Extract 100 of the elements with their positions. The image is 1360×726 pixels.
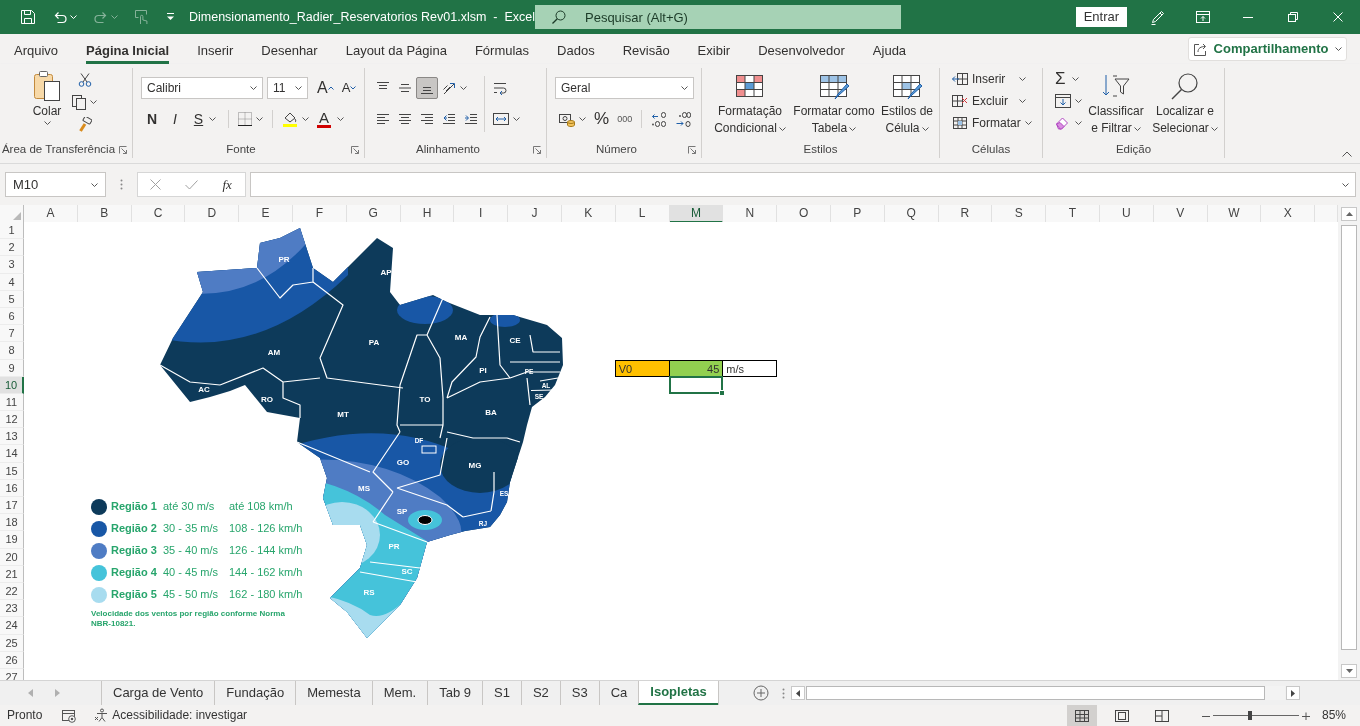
row-header[interactable]: 24 [0, 617, 24, 635]
scrollbar-thumb[interactable] [1341, 225, 1357, 650]
column-header[interactable]: G [346, 205, 401, 223]
row-header[interactable]: 18 [0, 514, 24, 532]
accessibility-button[interactable]: Acessibilidade: investigar [94, 708, 248, 723]
close-icon [1332, 12, 1343, 22]
column-header[interactable]: Q [884, 205, 939, 223]
align-bottom-button[interactable] [416, 77, 438, 99]
delete-cells-button[interactable]: Excluir [948, 90, 1030, 112]
column-header[interactable]: V [1153, 205, 1208, 223]
state-label: MT [337, 409, 349, 419]
menu-tab[interactable]: Revisão [608, 34, 684, 64]
sign-in-button[interactable]: Entrar [1076, 7, 1127, 27]
row-header[interactable]: 19 [0, 531, 24, 549]
column-header[interactable]: D [185, 205, 240, 223]
column-header[interactable]: U [1099, 205, 1154, 223]
zoom-slider[interactable] [1212, 711, 1299, 720]
sheet-tab[interactable]: Isopletas [638, 681, 718, 705]
row-header[interactable]: 8 [0, 342, 24, 360]
column-header[interactable]: B [77, 205, 132, 223]
column-header[interactable]: T [1046, 205, 1100, 223]
row-header[interactable]: 1 [0, 222, 24, 240]
find-select-button[interactable]: Localizar e Selecionar [1146, 70, 1224, 143]
column-header[interactable]: X [1261, 205, 1316, 223]
paste-button[interactable]: Colar [26, 68, 68, 143]
column-header[interactable]: O [777, 205, 831, 223]
column-header[interactable]: N [723, 205, 778, 223]
search-icon [551, 9, 567, 25]
scroll-right-button[interactable] [1285, 686, 1300, 700]
shrink-font-button[interactable]: A [337, 77, 361, 99]
font-size-field[interactable]: 11 [267, 77, 308, 99]
collapse-ribbon-button[interactable] [1342, 151, 1352, 157]
menu-tab[interactable]: Desenvolvedor [744, 34, 859, 64]
menu-tab[interactable]: Fórmulas [460, 34, 544, 64]
menu-tab[interactable]: Desenhar [247, 34, 332, 64]
cell-styles-button[interactable]: Estilos de Célula [878, 70, 936, 143]
sort-filter-button[interactable]: Classificar e Filtrar [1088, 70, 1144, 143]
column-header[interactable]: W [1207, 205, 1262, 223]
thousands-separator-button[interactable]: 000 [613, 108, 637, 130]
font-color-button[interactable]: A [313, 108, 348, 130]
legend-speed: 162 - 180 km/h [229, 588, 303, 602]
column-header[interactable]: E [239, 205, 293, 223]
conditional-formatting-button[interactable]: Formatação Condicional [710, 70, 790, 143]
fill-handle[interactable] [719, 389, 726, 396]
column-header[interactable]: P [830, 205, 885, 223]
column-header[interactable]: J [508, 205, 562, 223]
macro-record-button[interactable] [62, 708, 77, 723]
vertical-scrollbar[interactable] [1338, 222, 1360, 680]
row-header[interactable]: 2 [0, 239, 24, 257]
formula-input[interactable] [250, 172, 1356, 197]
grow-font-button[interactable]: A [313, 77, 338, 99]
search-field[interactable]: Pesquisar (Alt+G) [535, 5, 901, 29]
row-header[interactable]: 14 [0, 445, 24, 463]
column-header[interactable]: F [293, 205, 347, 223]
row-header[interactable]: 12 [0, 411, 24, 429]
group-label: Fonte [225, 143, 257, 157]
row-header[interactable]: 13 [0, 428, 24, 446]
column-header[interactable]: A [24, 205, 78, 223]
underline-button[interactable]: S [187, 108, 223, 130]
row-header[interactable]: 17 [0, 497, 24, 515]
menu-tab[interactable]: Dados [543, 34, 609, 64]
column-header[interactable]: H [400, 205, 455, 223]
column-header[interactable]: K [561, 205, 616, 223]
state-label: AC [198, 384, 210, 394]
column-header[interactable]: R [938, 205, 993, 223]
menu-tab[interactable]: Inserir [183, 34, 248, 64]
dialog-launcher-icon [688, 146, 696, 155]
scroll-up-button[interactable] [1341, 206, 1357, 221]
scroll-down-button[interactable] [1341, 664, 1357, 678]
italic-button[interactable]: I [163, 108, 187, 130]
active-cell[interactable] [668, 375, 724, 394]
insert-cells-button[interactable]: Inserir [948, 68, 1030, 90]
zoom-in-button[interactable] [1301, 711, 1310, 720]
number-format-field[interactable]: Geral [555, 77, 694, 99]
menu-tab[interactable]: Ajuda [858, 34, 921, 64]
menu-tab[interactable]: Arquivo [0, 34, 73, 64]
menu-tab[interactable]: Exibir [683, 34, 745, 64]
zoom-slider-thumb[interactable] [1247, 711, 1252, 720]
percent-style-button[interactable]: % [590, 108, 614, 130]
column-header[interactable]: I [454, 205, 509, 223]
menu-tab[interactable]: Layout da Página [331, 34, 461, 64]
autosum-button[interactable]: Σ [1051, 68, 1083, 90]
row-header[interactable]: 7 [0, 325, 24, 343]
column-header[interactable]: C [131, 205, 186, 223]
row-header[interactable]: 3 [0, 256, 24, 274]
bold-button[interactable]: N [141, 108, 163, 130]
table-cell: m/s [722, 359, 778, 377]
normal-view-button[interactable] [1066, 705, 1097, 726]
share-button[interactable]: Compartilhamento [1188, 37, 1347, 61]
column-header[interactable]: M [669, 205, 724, 223]
name-box[interactable]: M10 [5, 172, 106, 197]
column-header[interactable]: S [992, 205, 1047, 223]
scroll-left-button[interactable] [790, 686, 805, 700]
format-as-table-button[interactable]: Formatar como Tabela [792, 70, 876, 143]
row-header[interactable]: 23 [0, 600, 24, 618]
font-name-field[interactable]: Calibri [141, 77, 263, 99]
column-header[interactable]: L [615, 205, 670, 223]
align-middle-icon [398, 81, 412, 95]
format-cells-button[interactable]: Formatar [948, 112, 1030, 134]
state-label: PI [479, 365, 487, 375]
